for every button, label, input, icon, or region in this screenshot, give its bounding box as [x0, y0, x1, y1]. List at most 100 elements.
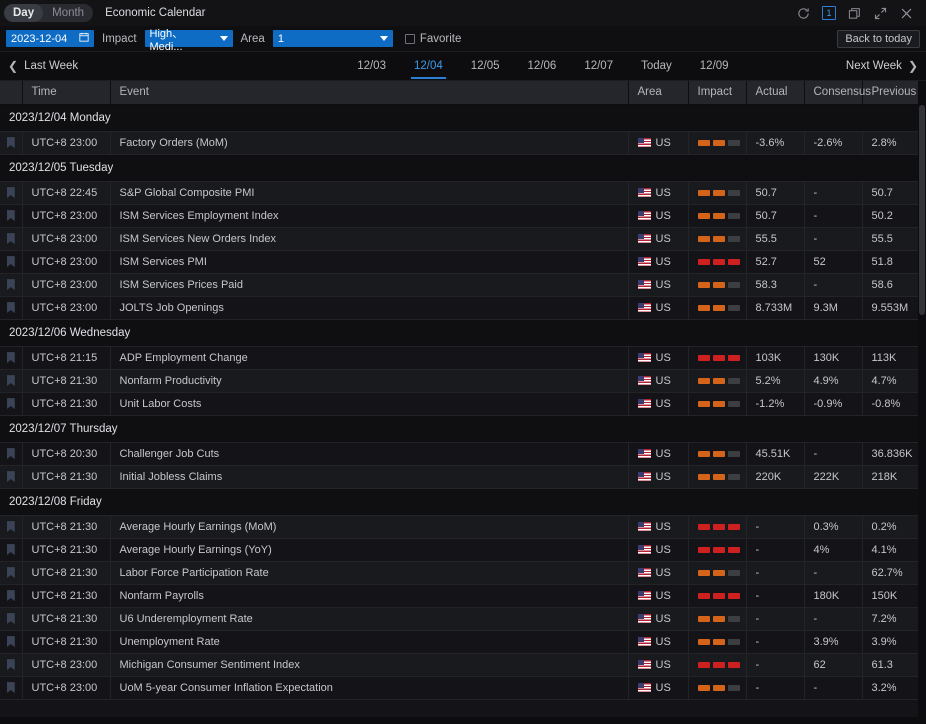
- day-tab-6[interactable]: 12/09: [686, 54, 743, 79]
- table-row[interactable]: UTC+8 20:30Challenger Job CutsUS45.51K-3…: [0, 442, 918, 465]
- impact-bar: [728, 140, 740, 146]
- table-row[interactable]: UTC+8 21:30Average Hourly Earnings (MoM)…: [0, 515, 918, 538]
- table-row[interactable]: UTC+8 22:45S&P Global Composite PMIUS50.…: [0, 181, 918, 204]
- bookmark-cell[interactable]: [0, 296, 22, 319]
- table-row[interactable]: UTC+8 21:30U6 Underemployment RateUS--7.…: [0, 607, 918, 630]
- impact-bar: [713, 685, 725, 691]
- impact-filter-select[interactable]: High、Medi...: [145, 30, 233, 47]
- close-icon[interactable]: [899, 6, 914, 21]
- table-row[interactable]: UTC+8 21:15ADP Employment ChangeUS103K13…: [0, 346, 918, 369]
- vertical-scrollbar[interactable]: [918, 81, 926, 717]
- expand-icon[interactable]: [873, 6, 888, 21]
- table-row[interactable]: UTC+8 23:00ISM Services Prices PaidUS58.…: [0, 273, 918, 296]
- bookmark-icon[interactable]: [7, 187, 15, 198]
- bookmark-icon[interactable]: [7, 448, 15, 459]
- window-count-badge[interactable]: 1: [822, 6, 836, 20]
- bookmark-cell[interactable]: [0, 204, 22, 227]
- cell-event: Average Hourly Earnings (YoY): [110, 538, 628, 561]
- bookmark-icon[interactable]: [7, 471, 15, 482]
- bookmark-cell[interactable]: [0, 607, 22, 630]
- bookmark-icon[interactable]: [7, 302, 15, 313]
- day-tab-3[interactable]: 12/06: [514, 54, 571, 79]
- favorite-checkbox[interactable]: [405, 34, 415, 44]
- refresh-icon[interactable]: [796, 6, 811, 21]
- bookmark-cell[interactable]: [0, 538, 22, 561]
- us-flag-icon: [638, 591, 651, 600]
- bookmark-cell[interactable]: [0, 369, 22, 392]
- bookmark-icon[interactable]: [7, 521, 15, 532]
- bookmark-cell[interactable]: [0, 250, 22, 273]
- table-row[interactable]: UTC+8 23:00UoM 5-year Consumer Inflation…: [0, 676, 918, 699]
- table-row[interactable]: UTC+8 21:30Unemployment RateUS-3.9%3.9%: [0, 630, 918, 653]
- favorite-filter-toggle[interactable]: Favorite: [405, 33, 462, 45]
- bookmark-icon[interactable]: [7, 636, 15, 647]
- table-row[interactable]: UTC+8 23:00ISM Services New Orders Index…: [0, 227, 918, 250]
- last-week-button[interactable]: ❮ Last Week: [8, 60, 78, 72]
- day-tab-2[interactable]: 12/05: [457, 54, 514, 79]
- bookmark-cell[interactable]: [0, 561, 22, 584]
- bookmark-cell[interactable]: [0, 515, 22, 538]
- bookmark-icon[interactable]: [7, 279, 15, 290]
- area-label: US: [656, 448, 671, 460]
- table-row[interactable]: UTC+8 23:00Factory Orders (MoM)US-3.6%-2…: [0, 131, 918, 154]
- day-tab-1[interactable]: 12/04: [400, 54, 457, 79]
- cell-impact: [688, 204, 746, 227]
- bookmark-cell[interactable]: [0, 584, 22, 607]
- table-row[interactable]: UTC+8 23:00ISM Services PMIUS52.75251.8: [0, 250, 918, 273]
- next-week-button[interactable]: Next Week ❯: [846, 60, 918, 72]
- day-tab-4[interactable]: 12/07: [570, 54, 627, 79]
- bookmark-icon[interactable]: [7, 613, 15, 624]
- table-row[interactable]: UTC+8 21:30Unit Labor CostsUS-1.2%-0.9%-…: [0, 392, 918, 415]
- bookmark-icon[interactable]: [7, 398, 15, 409]
- view-mode-toggle[interactable]: Day Month: [4, 4, 93, 22]
- day-tab-0[interactable]: 12/03: [343, 54, 400, 79]
- table-row[interactable]: UTC+8 23:00Michigan Consumer Sentiment I…: [0, 653, 918, 676]
- table-row[interactable]: UTC+8 21:30Nonfarm PayrollsUS-180K150K: [0, 584, 918, 607]
- cell-actual: -: [746, 630, 804, 653]
- bookmark-cell[interactable]: [0, 131, 22, 154]
- bookmark-cell[interactable]: [0, 227, 22, 250]
- cell-consensus: 222K: [804, 465, 862, 488]
- bookmark-cell[interactable]: [0, 630, 22, 653]
- bookmark-icon[interactable]: [7, 567, 15, 578]
- window-icon[interactable]: [847, 6, 862, 21]
- bookmark-icon[interactable]: [7, 659, 15, 670]
- cell-consensus: -: [804, 561, 862, 584]
- cell-previous: 51.8: [862, 250, 918, 273]
- bookmark-icon[interactable]: [7, 210, 15, 221]
- area-filter-select[interactable]: 1: [273, 30, 393, 47]
- bookmark-icon[interactable]: [7, 682, 15, 693]
- bookmark-cell[interactable]: [0, 273, 22, 296]
- bookmark-cell[interactable]: [0, 392, 22, 415]
- cell-previous: 150K: [862, 584, 918, 607]
- bookmark-cell[interactable]: [0, 181, 22, 204]
- bookmark-icon[interactable]: [7, 233, 15, 244]
- bookmark-cell[interactable]: [0, 465, 22, 488]
- table-row[interactable]: UTC+8 21:30Initial Jobless ClaimsUS220K2…: [0, 465, 918, 488]
- bookmark-cell[interactable]: [0, 676, 22, 699]
- bookmark-cell[interactable]: [0, 346, 22, 369]
- table-row[interactable]: UTC+8 23:00ISM Services Employment Index…: [0, 204, 918, 227]
- table-row[interactable]: UTC+8 21:30Nonfarm ProductivityUS5.2%4.9…: [0, 369, 918, 392]
- bookmark-cell[interactable]: [0, 442, 22, 465]
- date-picker[interactable]: 2023-12-04: [6, 30, 94, 47]
- scrollbar-thumb[interactable]: [919, 105, 925, 315]
- bookmark-icon[interactable]: [7, 352, 15, 363]
- bookmark-icon[interactable]: [7, 375, 15, 386]
- tab-day[interactable]: Day: [4, 4, 43, 22]
- back-to-today-button[interactable]: Back to today: [837, 30, 920, 48]
- table-row[interactable]: UTC+8 23:00JOLTS Job OpeningsUS8.733M9.3…: [0, 296, 918, 319]
- bookmark-icon[interactable]: [7, 590, 15, 601]
- day-tab-5[interactable]: Today: [627, 54, 686, 79]
- cell-area: US: [628, 369, 688, 392]
- table-row[interactable]: UTC+8 21:30Labor Force Participation Rat…: [0, 561, 918, 584]
- bookmark-icon[interactable]: [7, 256, 15, 267]
- cell-consensus: 62: [804, 653, 862, 676]
- bookmark-cell[interactable]: [0, 653, 22, 676]
- table-row[interactable]: UTC+8 21:30Average Hourly Earnings (YoY)…: [0, 538, 918, 561]
- bookmark-icon[interactable]: [7, 137, 15, 148]
- tab-month[interactable]: Month: [43, 4, 93, 22]
- bookmark-icon[interactable]: [7, 544, 15, 555]
- impact-bar: [713, 190, 725, 196]
- cell-consensus: -: [804, 607, 862, 630]
